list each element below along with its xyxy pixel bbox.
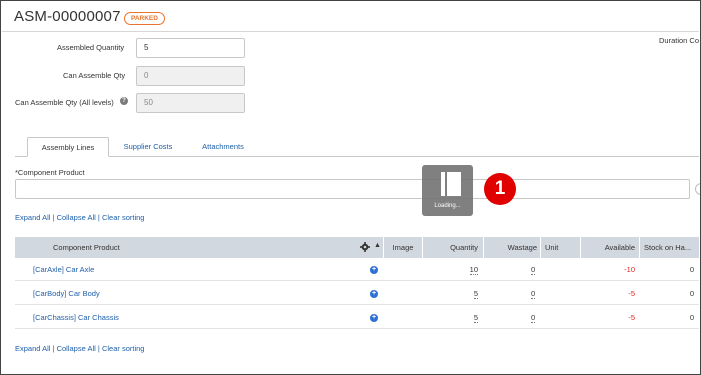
can-assemble-qty-label: Can Assemble Qty	[63, 71, 126, 80]
tab-supplier-costs[interactable]: Supplier Costs	[115, 137, 181, 157]
unit-cell	[544, 282, 580, 305]
stock-cell: 0	[689, 289, 694, 298]
col-stock-on-hand[interactable]: Stock on Ha...	[639, 237, 699, 258]
status-badge: PARKED	[124, 12, 165, 25]
can-assemble-all-label: Can Assemble Qty (All levels)	[15, 98, 114, 107]
unit-cell	[544, 258, 580, 281]
quantity-value[interactable]: 10	[469, 265, 478, 275]
tab-assembly-lines[interactable]: Assembly Lines	[27, 137, 109, 157]
loading-text: Loading...	[434, 203, 461, 209]
assembled-quantity-label: Assembled Quantity	[57, 43, 125, 52]
lookup-icon[interactable]	[695, 183, 700, 195]
assembled-quantity-input[interactable]: 5	[136, 38, 245, 58]
plus-circle-icon[interactable]: +	[370, 314, 378, 322]
quantity-value[interactable]: 5	[473, 289, 478, 299]
quantity-cell[interactable]: 5	[422, 282, 478, 305]
wastage-value[interactable]: 0	[531, 313, 536, 323]
can-assemble-all-field: 50	[136, 93, 245, 113]
wastage-cell[interactable]: 0	[531, 306, 539, 329]
col-available[interactable]: Available	[580, 237, 639, 258]
loading-icon	[441, 172, 461, 196]
expand-all-link[interactable]: Expand All	[15, 213, 50, 222]
grid-header: Component Product ▲ Image Quantity Wasta…	[15, 237, 699, 258]
expand-all-link[interactable]: Expand All	[15, 344, 50, 353]
quantity-cell[interactable]: 10	[422, 258, 478, 281]
component-product-input[interactable]	[15, 179, 690, 199]
component-product-link[interactable]: [CarChassis] Car Chassis	[33, 306, 119, 329]
available-cell: -10	[624, 265, 635, 274]
wastage-cell[interactable]: 0	[531, 282, 539, 305]
plus-circle-icon[interactable]: +	[370, 290, 378, 298]
step-number-badge: 1	[484, 173, 516, 205]
wastage-cell[interactable]: 0	[531, 258, 539, 281]
stock-cell: 0	[689, 265, 694, 274]
expand-collapse-links-bottom: Expand All | Collapse All | Clear sortin…	[15, 344, 144, 353]
col-image[interactable]: Image	[383, 237, 422, 258]
available-cell: -5	[628, 289, 635, 298]
sort-up-icon[interactable]: ▲	[374, 242, 381, 249]
clear-sorting-link[interactable]: Clear sorting	[102, 344, 145, 353]
unit-cell	[544, 306, 580, 329]
col-quantity[interactable]: Quantity	[422, 237, 483, 258]
available-cell: -5	[628, 313, 635, 322]
collapse-all-link[interactable]: Collapse All	[57, 213, 96, 222]
component-product-label: *Component Product	[15, 168, 85, 177]
plus-circle-icon[interactable]: +	[370, 266, 378, 274]
collapse-all-link[interactable]: Collapse All	[57, 344, 96, 353]
wastage-value[interactable]: 0	[531, 265, 536, 275]
table-row[interactable]: [CarChassis] Car Chassis + 5 0 -5 0	[15, 306, 699, 329]
component-product-link[interactable]: [CarAxle] Car Axle	[33, 258, 94, 281]
col-unit[interactable]: Unit	[540, 237, 580, 258]
col-wastage[interactable]: Wastage	[483, 237, 540, 258]
clear-sorting-link[interactable]: Clear sorting	[102, 213, 145, 222]
gear-icon[interactable]	[360, 242, 370, 252]
wastage-value[interactable]: 0	[531, 289, 536, 299]
app-frame: ASM-00000007 PARKED Duration Co Assemble…	[0, 0, 701, 375]
component-product-link[interactable]: [CarBody] Car Body	[33, 282, 100, 305]
expand-collapse-links-top: Expand All | Collapse All | Clear sortin…	[15, 213, 144, 222]
stock-cell: 0	[689, 313, 694, 322]
question-icon[interactable]: ?	[120, 97, 128, 105]
quantity-value[interactable]: 5	[473, 313, 478, 323]
table-row[interactable]: [CarAxle] Car Axle + 10 0 -10 0	[15, 258, 699, 281]
record-header: ASM-00000007 PARKED	[2, 2, 699, 32]
tab-attachments[interactable]: Attachments	[193, 137, 253, 157]
can-assemble-qty-field: 0	[136, 66, 245, 86]
duration-label: Duration Co	[659, 36, 700, 45]
record-title: ASM-00000007	[14, 8, 121, 25]
col-component-product[interactable]: Component Product	[53, 237, 173, 258]
loading-overlay: Loading...	[422, 165, 473, 216]
quantity-cell[interactable]: 5	[422, 306, 478, 329]
table-row[interactable]: [CarBody] Car Body + 5 0 -5 0	[15, 282, 699, 305]
